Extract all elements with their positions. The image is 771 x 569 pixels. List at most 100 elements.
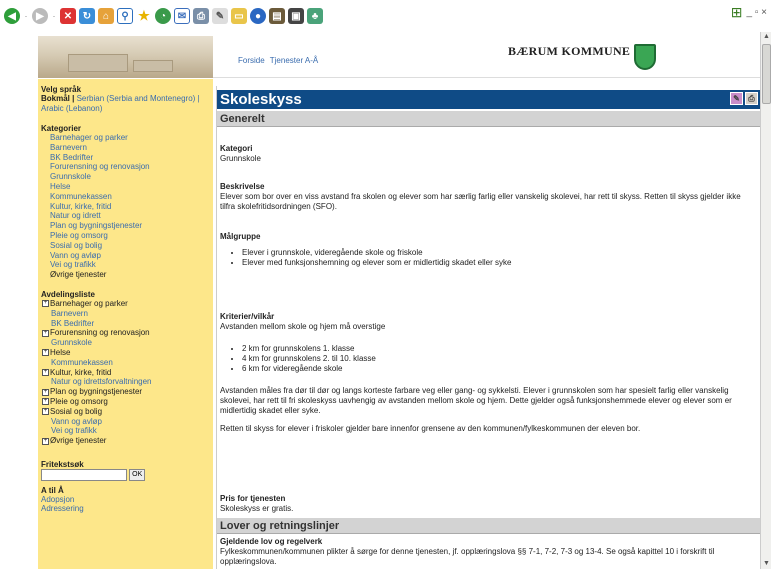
list-item: Elever i grunnskole, videregående skole … <box>242 248 754 258</box>
brand-name: BÆRUM KOMMUNE <box>508 44 631 58</box>
expand-plus-icon[interactable]: + <box>42 329 49 337</box>
dropdown-arrow-icon[interactable]: · <box>51 11 57 21</box>
discuss-icon[interactable]: ▭ <box>231 8 247 24</box>
kriterier-block: Kriterier/vilkår Avstanden mellom skole … <box>220 312 754 434</box>
category-item[interactable]: Vei og trafikk <box>50 260 210 270</box>
expand-plus-icon[interactable]: + <box>42 349 49 357</box>
expand-plus-icon[interactable]: + <box>42 388 49 396</box>
history-icon[interactable]: ◔ <box>155 8 171 24</box>
department-label: Øvrige tjenester <box>50 436 107 446</box>
department-label: Kommunekassen <box>51 357 113 367</box>
category-item[interactable]: Øvrige tjenester <box>50 270 210 280</box>
atoa-links: Adopsjon Adressering <box>41 495 210 513</box>
lov-block: Gjeldende lov og regelverk Fylkeskommune… <box>220 537 754 567</box>
forward-icon[interactable]: ▶ <box>32 8 48 24</box>
kriterier-intro: Avstanden mellom skole og hjem må overst… <box>220 322 386 331</box>
refresh-icon[interactable]: ↻ <box>79 8 95 24</box>
research-icon[interactable]: ▤ <box>269 8 285 24</box>
home-icon[interactable]: ⌂ <box>98 8 114 24</box>
department-item[interactable]: Vann og avløp <box>51 417 210 427</box>
category-item[interactable]: Forurensning og renovasjon <box>50 162 210 172</box>
department-item[interactable]: Kommunekassen <box>51 358 210 368</box>
department-label: BK Bedrifter <box>51 318 95 328</box>
translate-icon[interactable]: ✎ <box>730 92 743 105</box>
malgruppe-block: Målgruppe Elever i grunnskole, videregåe… <box>220 232 754 268</box>
pris-label: Pris for tjenesten <box>220 494 286 503</box>
language-arabic-link[interactable]: Arabic (Lebanon) <box>41 104 102 113</box>
department-item[interactable]: + Barnehager og parker <box>42 299 210 309</box>
department-item[interactable]: + Pleie og omsorg <box>42 397 210 407</box>
category-item[interactable]: Plan og bygningstjenester <box>50 221 210 231</box>
mail-icon[interactable]: ✉ <box>174 8 190 24</box>
department-label: Pleie og omsorg <box>50 396 108 406</box>
search-input[interactable] <box>41 468 127 481</box>
kategori-label: Kategori <box>220 144 253 153</box>
department-item[interactable]: + Forurensning og renovasjon <box>42 328 210 338</box>
stop-icon[interactable]: ✕ <box>60 8 76 24</box>
language-heading: Velg språk <box>41 85 82 94</box>
expand-plus-icon[interactable]: + <box>42 408 49 416</box>
department-item[interactable]: BK Bedrifter <box>51 319 210 329</box>
category-item[interactable]: Helse <box>50 182 210 192</box>
scrollbar-thumb[interactable] <box>762 44 771 104</box>
favorites-icon[interactable]: ★ <box>136 8 152 24</box>
header-banner: Forside Tjenester A-Å BÆRUM KOMMUNE <box>38 36 760 78</box>
nav-tjenester-link[interactable]: Tjenester A-Å <box>270 56 318 65</box>
scroll-up-arrow-icon[interactable]: ▲ <box>762 32 771 42</box>
category-item[interactable]: Natur og idrett <box>50 211 210 221</box>
category-item[interactable]: Grunnskole <box>50 172 210 182</box>
vertical-scrollbar[interactable]: ▲ ▼ <box>760 32 771 569</box>
list-item: 6 km for videregående skole <box>242 364 754 374</box>
messenger-icon[interactable]: ● <box>250 8 266 24</box>
department-item[interactable]: Natur og idrettsforvaltningen <box>51 377 210 387</box>
department-item[interactable]: + Helse <box>42 348 210 358</box>
department-item[interactable]: Barnevern <box>51 309 210 319</box>
dropdown-arrow-icon[interactable]: · <box>23 11 29 21</box>
category-item[interactable]: Kultur, kirke, fritid <box>50 202 210 212</box>
category-item[interactable]: BK Bedrifter <box>50 153 210 163</box>
department-item[interactable]: + Plan og bygningstjenester <box>42 387 210 397</box>
search-icon[interactable]: ⚲ <box>117 8 133 24</box>
building-shape <box>68 54 128 72</box>
window-control-glyphs[interactable]: _ ▫ × <box>746 7 767 18</box>
media-icon[interactable]: ▣ <box>288 8 304 24</box>
page-title-bar: Skoleskyss ✎ ⎙ <box>217 90 761 109</box>
department-item[interactable]: + Kultur, kirke, fritid <box>42 368 210 378</box>
expand-plus-icon[interactable]: + <box>42 398 49 406</box>
category-item[interactable]: Barnehager og parker <box>50 133 210 143</box>
category-item[interactable]: Pleie og omsorg <box>50 231 210 241</box>
department-item[interactable]: Vei og trafikk <box>51 426 210 436</box>
department-label: Sosial og bolig <box>50 406 103 416</box>
category-item[interactable]: Sosial og bolig <box>50 241 210 251</box>
freetext-heading: Fritekstsøk <box>41 459 84 469</box>
department-item[interactable]: Grunnskole <box>51 338 210 348</box>
category-item[interactable]: Vann og avløp <box>50 251 210 261</box>
window-controls: ⊞ _ ▫ × <box>731 4 767 21</box>
atoa-link[interactable]: Adopsjon <box>41 495 210 504</box>
back-icon[interactable]: ◀ <box>4 8 20 24</box>
print-icon[interactable]: ⎙ <box>193 8 209 24</box>
language-bokmal[interactable]: Bokmål | <box>41 94 74 103</box>
kategori-value: Grunnskole <box>220 154 261 163</box>
nav-forside-link[interactable]: Forside <box>238 56 265 65</box>
print-page-icon[interactable]: ⎙ <box>745 92 758 105</box>
category-item[interactable]: Kommunekassen <box>50 192 210 202</box>
atoa-link[interactable]: Adressering <box>41 504 210 513</box>
category-item[interactable]: Barnevern <box>50 143 210 153</box>
coat-of-arms-logo[interactable] <box>634 44 656 70</box>
department-item[interactable]: + Sosial og bolig <box>42 407 210 417</box>
search-ok-button[interactable]: OK <box>129 468 146 481</box>
language-serbian-link[interactable]: Serbian (Serbia and Montenegro) | <box>77 94 200 103</box>
lov-label: Gjeldende lov og regelverk <box>220 537 323 546</box>
expand-plus-icon[interactable]: + <box>42 368 49 376</box>
top-navigation: Forside Tjenester A-Å <box>238 56 321 65</box>
page-title: Skoleskyss <box>220 91 302 108</box>
malgruppe-list: Elever i grunnskole, videregående skole … <box>242 248 754 268</box>
expand-plus-icon[interactable]: + <box>42 300 49 308</box>
expand-plus-icon[interactable]: + <box>42 437 49 445</box>
department-label: Vei og trafikk <box>51 426 97 436</box>
scroll-down-arrow-icon[interactable]: ▼ <box>762 559 771 569</box>
messenger2-icon[interactable]: ♣ <box>307 8 323 24</box>
edit-icon[interactable]: ✎ <box>212 8 228 24</box>
department-item[interactable]: + Øvrige tjenester <box>42 436 210 446</box>
